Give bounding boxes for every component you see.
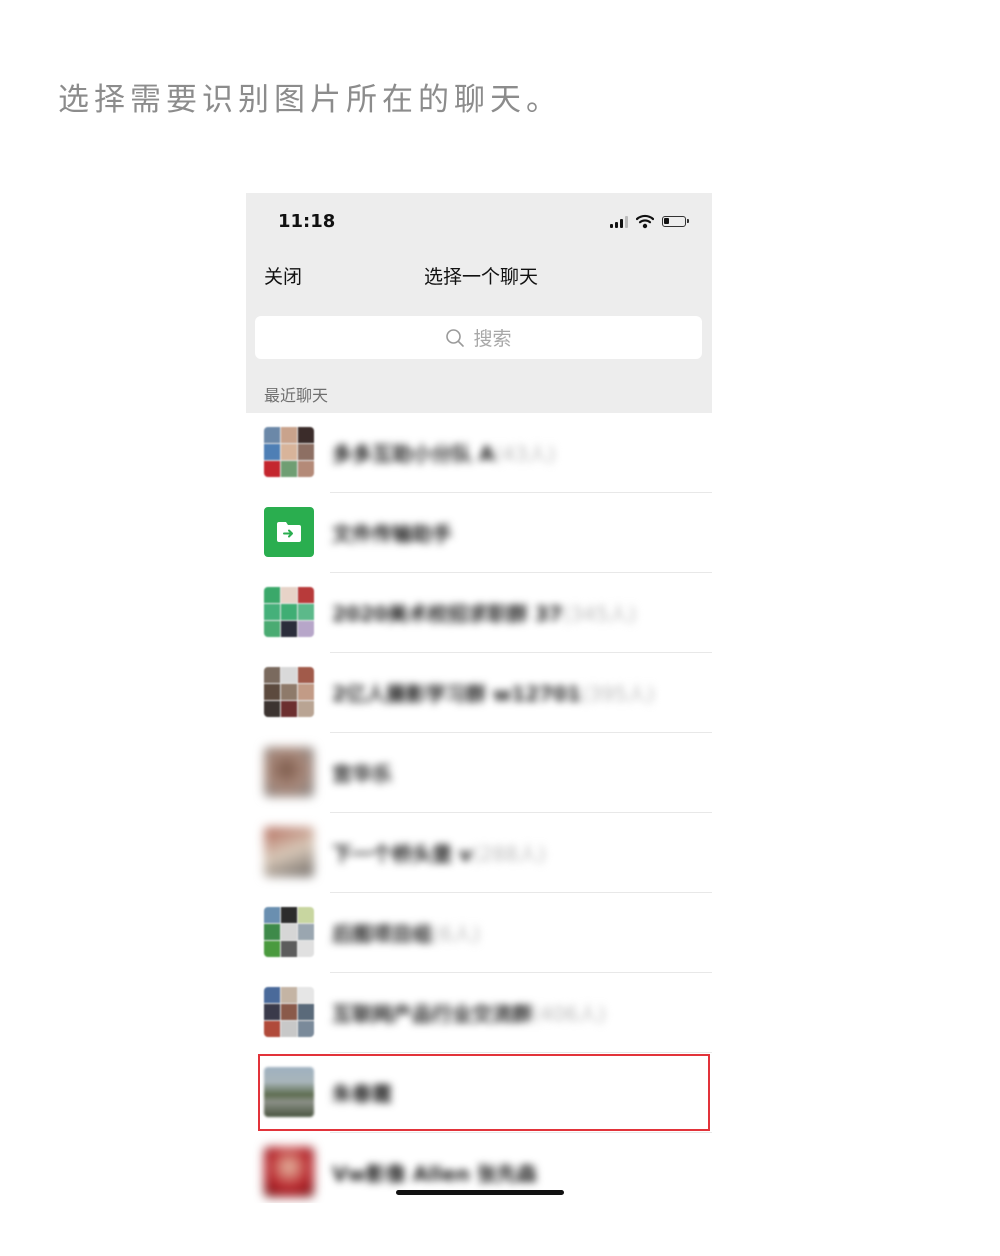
group-avatar — [264, 987, 314, 1037]
chat-list-item[interactable]: 宫华乐 — [246, 733, 712, 813]
phone-screenshot: 11:18 选择一个聊天 关闭 搜索 最近聊天 多多互助小分队 A(43人) 文… — [246, 193, 712, 1203]
chat-title: 朱春霞 — [332, 1082, 392, 1106]
signal-icon — [610, 216, 630, 228]
chat-title: 2亿人摄影学习群 w12701(395人) — [332, 682, 655, 706]
search-icon — [446, 328, 465, 347]
home-indicator — [396, 1190, 564, 1195]
chat-title: 多多互助小分队 A(43人) — [332, 442, 556, 466]
chat-title: 文件传输助手 — [332, 522, 452, 546]
chat-title: 2020美术校招求职群 37(345人) — [332, 602, 637, 626]
battery-icon — [662, 216, 689, 227]
group-avatar — [264, 667, 314, 717]
close-button[interactable]: 关闭 — [264, 262, 302, 289]
group-avatar — [264, 907, 314, 957]
contact-avatar — [264, 827, 314, 877]
chat-list-item[interactable]: 多多互助小分队 A(43人) — [246, 413, 712, 493]
nav-title: 选择一个聊天 — [423, 266, 538, 288]
status-time: 11:18 — [278, 211, 336, 232]
contact-avatar — [264, 1067, 314, 1117]
chat-list-item-selected[interactable]: 朱春霞 — [246, 1053, 712, 1133]
search-placeholder: 搜索 — [473, 328, 512, 350]
status-icons — [606, 213, 696, 231]
chat-title: 后图项目组(6人) — [332, 922, 481, 946]
chat-list: 多多互助小分队 A(43人) 文件传输助手 2020美术校招求职群 37(345… — [246, 413, 712, 1203]
contact-avatar — [264, 747, 314, 797]
folder-icon — [277, 522, 301, 542]
file-transfer-avatar — [264, 507, 314, 557]
chat-title: 下一个桥头堡 v(288人) — [332, 842, 546, 866]
instruction-text: 选择需要识别图片所在的聊天。 — [58, 82, 562, 118]
chat-title: Vw影像 Allen 张先森 — [332, 1162, 537, 1186]
chat-list-item[interactable]: 后图项目组(6人) — [246, 893, 712, 973]
group-avatar — [264, 587, 314, 637]
chat-list-item[interactable]: 下一个桥头堡 v(288人) — [246, 813, 712, 893]
chat-list-item[interactable]: 文件传输助手 — [246, 493, 712, 573]
search-input[interactable]: 搜索 — [255, 316, 702, 359]
contact-avatar — [264, 1147, 314, 1197]
section-label-recent-chats: 最近聊天 — [264, 386, 329, 405]
chat-list-item[interactable]: 互联网产品行业交流群(406人) — [246, 973, 712, 1053]
chat-list-item[interactable]: 2亿人摄影学习群 w12701(395人) — [246, 653, 712, 733]
group-avatar — [264, 427, 314, 477]
chat-title: 宫华乐 — [332, 762, 392, 786]
chat-title: 互联网产品行业交流群(406人) — [332, 1002, 606, 1026]
wifi-icon — [636, 214, 654, 229]
top-navigation-area: 11:18 选择一个聊天 关闭 搜索 最近聊天 — [246, 193, 712, 413]
search-content: 搜索 — [255, 316, 702, 359]
chat-list-item[interactable]: 2020美术校招求职群 37(345人) — [246, 573, 712, 653]
